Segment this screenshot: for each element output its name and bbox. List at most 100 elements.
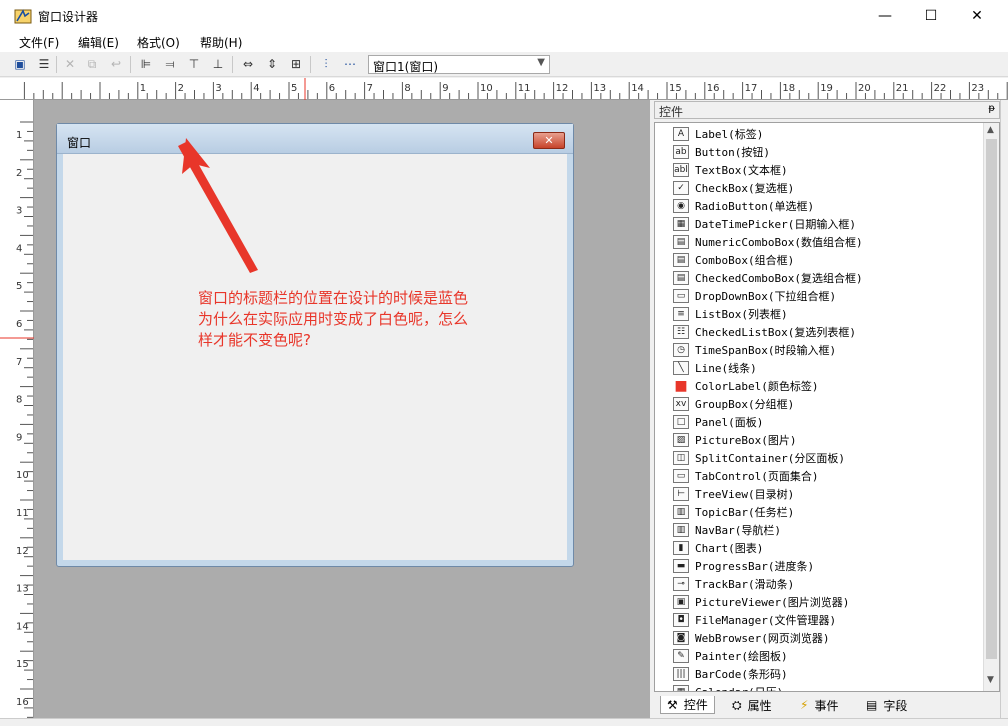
list-item[interactable]: ▦ DateTimePicker(日期输入框) bbox=[673, 215, 856, 233]
ruler-label: 14 bbox=[16, 621, 29, 632]
control-list[interactable]: A Label(标签) ab Button(按钮) abl TextBox(文本框) ✓ Ch… bbox=[654, 122, 1000, 692]
align-right-icon[interactable]: ⫤ bbox=[162, 56, 178, 72]
menu-help[interactable]: 帮助(H) bbox=[200, 34, 242, 51]
tab-label: 字段 bbox=[883, 698, 908, 713]
list-item[interactable]: ✓ CheckBox(复选框) bbox=[673, 179, 794, 197]
scroll-thumb[interactable] bbox=[986, 139, 997, 659]
list-item[interactable]: □ Panel(面板) bbox=[673, 413, 763, 431]
list-item[interactable]: ◘ FileManager(文件管理器) bbox=[673, 611, 836, 629]
control-icon: ⊸ bbox=[673, 577, 689, 591]
list-item[interactable]: ◷ TimeSpanBox(时段输入框) bbox=[673, 341, 836, 359]
control-icon: ✎ bbox=[673, 649, 689, 663]
list-item[interactable]: ▭ TabControl(页面集合) bbox=[673, 467, 818, 485]
control-selector-combo[interactable]: 窗口1(窗口) ▼ bbox=[368, 55, 550, 74]
list-item-label: DateTimePicker(日期输入框) bbox=[695, 218, 856, 231]
scroll-up-icon[interactable]: ▲ bbox=[987, 125, 994, 135]
toolbar-separator bbox=[56, 56, 57, 73]
same-size-icon[interactable]: ⊞ bbox=[288, 56, 304, 72]
list-item-label: TopicBar(任务栏) bbox=[695, 506, 795, 519]
same-height-icon[interactable]: ⇕ bbox=[264, 56, 280, 72]
list-item[interactable]: ab Button(按钮) bbox=[673, 143, 770, 161]
list-item[interactable]: ✎ Painter(绘图板) bbox=[673, 647, 788, 665]
control-icon: ▨ bbox=[673, 433, 689, 447]
panel-tabs: ⚒ 控件 ⛭ 属性 ⚡ 事件 ▤ 字段 bbox=[654, 694, 1000, 716]
fields-icon: ▤ bbox=[866, 698, 878, 712]
properties-icon[interactable]: ☰ bbox=[36, 56, 52, 72]
tab-events[interactable]: ⚡ 事件 bbox=[800, 696, 838, 714]
list-item[interactable]: ■ ColorLabel(颜色标签) bbox=[673, 377, 818, 395]
list-item[interactable]: ◉ RadioButton(单选框) bbox=[673, 197, 814, 215]
form-client-area[interactable] bbox=[63, 154, 567, 560]
ruler-label: 12 bbox=[556, 83, 569, 94]
annotation-text: 窗口的标题栏的位置在设计的时候是蓝色 为什么在实际应用时变成了白色呢，怎么 样才… bbox=[198, 288, 498, 351]
ruler-label: 21 bbox=[896, 83, 909, 94]
align-bottom-icon[interactable]: ⊥ bbox=[210, 56, 226, 72]
align-top-icon[interactable]: ⊤ bbox=[186, 56, 202, 72]
list-item[interactable]: xv GroupBox(分组框) bbox=[673, 395, 794, 413]
ruler-label: 13 bbox=[593, 83, 606, 94]
list-item[interactable]: ▤ NumericComboBox(数值组合框) bbox=[673, 233, 863, 251]
list-item[interactable]: ▥ NavBar(导航栏) bbox=[673, 521, 781, 539]
ruler-label: 6 bbox=[329, 83, 335, 94]
menu-file[interactable]: 文件(F) bbox=[19, 34, 59, 51]
list-item-label: Painter(绘图板) bbox=[695, 650, 788, 663]
list-item-label: NumericComboBox(数值组合框) bbox=[695, 236, 863, 249]
ruler-label: 10 bbox=[480, 83, 493, 94]
list-item[interactable]: ▬ ProgressBar(进度条) bbox=[673, 557, 814, 575]
toolbox-panel: 控件 ᵽ A Label(标签) ab Button(按钮) abl TextBox(文本… bbox=[652, 100, 1008, 718]
window-titlebar: 窗口设计器 — ☐ ✕ bbox=[0, 0, 1008, 32]
list-item[interactable]: ⊢ TreeView(目录树) bbox=[673, 485, 794, 503]
list-item[interactable]: ▨ PictureBox(图片) bbox=[673, 431, 796, 449]
tab-properties[interactable]: ⛭ 属性 bbox=[732, 696, 772, 714]
list-item[interactable]: ▮ Chart(图表) bbox=[673, 539, 763, 557]
list-item[interactable]: ⊸ TrackBar(滑动条) bbox=[673, 575, 794, 593]
close-button[interactable]: ✕ bbox=[954, 0, 1000, 32]
list-item[interactable]: ▤ CheckedComboBox(复选组合框) bbox=[673, 269, 863, 287]
tab-label: 事件 bbox=[814, 698, 839, 713]
annotation-line: 为什么在实际应用时变成了白色呢，怎么 bbox=[198, 310, 469, 328]
list-item-label: Label(标签) bbox=[695, 128, 764, 141]
form-close-icon: ✕ bbox=[533, 132, 565, 149]
list-item[interactable]: ▣ PictureViewer(图片浏览器) bbox=[673, 593, 849, 611]
list-item[interactable]: ▭ DropDownBox(下拉组合框) bbox=[673, 287, 836, 305]
list-item-label: TrackBar(滑动条) bbox=[695, 578, 795, 591]
scroll-down-icon[interactable]: ▼ bbox=[987, 675, 994, 685]
list-item[interactable]: abl TextBox(文本框) bbox=[673, 161, 788, 179]
app-icon bbox=[14, 7, 32, 25]
horizontal-spacing-icon[interactable]: ⋯ bbox=[342, 56, 358, 72]
maximize-button[interactable]: ☐ bbox=[908, 0, 954, 32]
cut-icon[interactable]: ✕ bbox=[62, 56, 78, 72]
tab-fields[interactable]: ▤ 字段 bbox=[866, 696, 907, 714]
list-item[interactable]: ||| BarCode(条形码) bbox=[673, 665, 788, 683]
pin-icon[interactable]: ᵽ bbox=[988, 103, 995, 114]
list-item[interactable]: ▤ ComboBox(组合框) bbox=[673, 251, 794, 269]
list-item-label: PictureViewer(图片浏览器) bbox=[695, 596, 850, 609]
copy-icon[interactable]: ⧉ bbox=[84, 56, 100, 72]
ruler-label: 1 bbox=[140, 83, 146, 94]
list-item[interactable]: ▦ Calendar(日历) bbox=[673, 683, 783, 691]
minimize-button[interactable]: — bbox=[862, 0, 908, 32]
align-left-icon[interactable]: ⊫ bbox=[138, 56, 154, 72]
list-item[interactable]: ╲ Line(线条) bbox=[673, 359, 757, 377]
menu-format[interactable]: 格式(O) bbox=[137, 34, 180, 51]
list-item[interactable]: ◙ WebBrowser(网页浏览器) bbox=[673, 629, 829, 647]
annotation-arrow bbox=[178, 138, 258, 273]
list-item[interactable]: ☷ CheckedListBox(复选列表框) bbox=[673, 323, 856, 341]
ruler-label: 10 bbox=[16, 470, 29, 481]
list-item[interactable]: ◫ SplitContainer(分区面板) bbox=[673, 449, 845, 467]
list-item[interactable]: ≡ ListBox(列表框) bbox=[673, 305, 788, 323]
ruler-label: 14 bbox=[631, 83, 644, 94]
annotation-line: 窗口的标题栏的位置在设计的时候是蓝色 bbox=[198, 289, 469, 307]
list-item[interactable]: A Label(标签) bbox=[673, 125, 763, 143]
list-item-label: Line(线条) bbox=[695, 362, 757, 375]
list-item[interactable]: ▥ TopicBar(任务栏) bbox=[673, 503, 794, 521]
save-icon[interactable]: ▣ bbox=[12, 56, 28, 72]
same-width-icon[interactable]: ⇔ bbox=[240, 56, 256, 72]
list-item-label: ComboBox(组合框) bbox=[695, 254, 795, 267]
vertical-spacing-icon[interactable]: ⫶ bbox=[318, 56, 334, 72]
chevron-down-icon[interactable]: ▼ bbox=[537, 57, 545, 68]
list-scrollbar[interactable]: ▲ ▼ bbox=[983, 123, 999, 691]
paste-icon[interactable]: ↩ bbox=[108, 56, 124, 72]
tab-controls[interactable]: ⚒ 控件 bbox=[660, 696, 715, 714]
menu-edit[interactable]: 编辑(E) bbox=[78, 34, 119, 51]
